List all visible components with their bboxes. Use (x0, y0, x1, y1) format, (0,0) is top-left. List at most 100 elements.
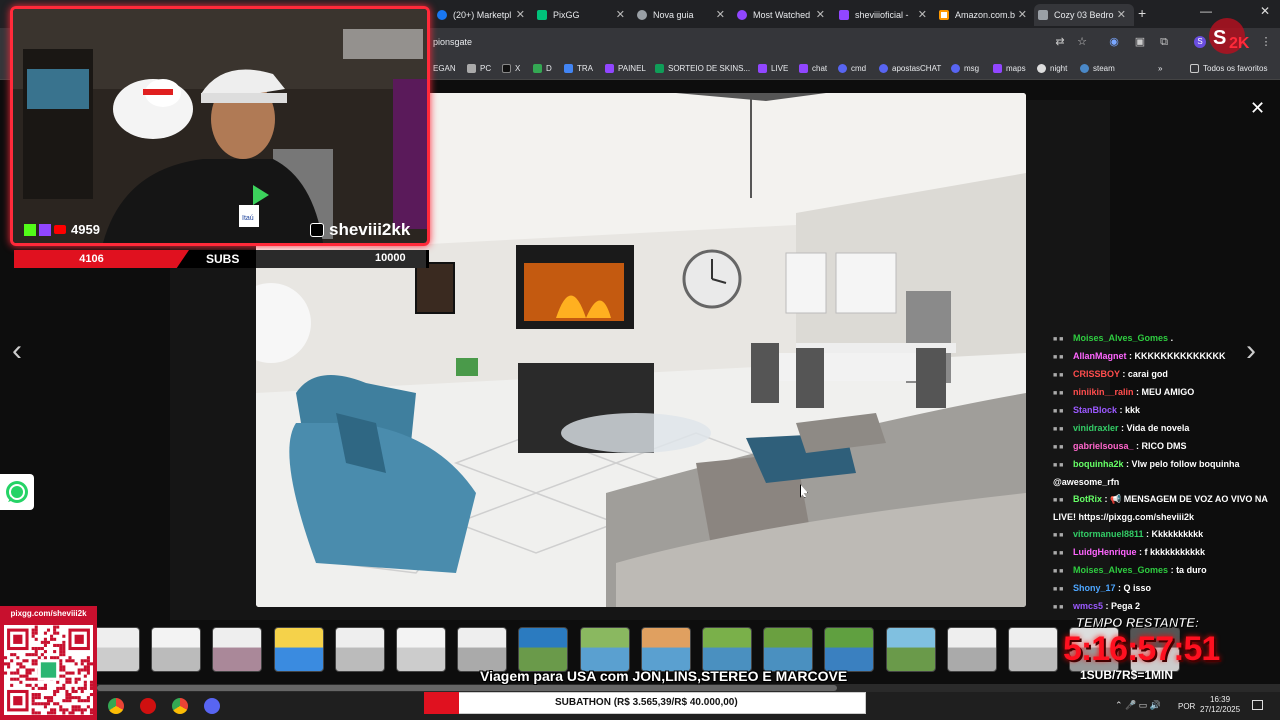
puzzle-icon[interactable]: ⧉ (1158, 36, 1170, 48)
bookmark-label: LIVE (771, 63, 789, 73)
all-favorites-button[interactable]: Todos os favoritos (1190, 61, 1267, 75)
bookmark[interactable]: X (502, 61, 520, 75)
url-field[interactable]: pionsgate (433, 37, 472, 47)
whatsapp-button[interactable] (0, 474, 34, 510)
photo-thumbnail[interactable] (702, 627, 752, 672)
close-icon[interactable]: ✕ (918, 8, 927, 21)
close-icon[interactable]: ✕ (1117, 8, 1126, 21)
chat-username[interactable]: wmcs5 (1073, 601, 1103, 611)
close-icon[interactable]: ✕ (616, 8, 625, 21)
photo-thumbnail[interactable] (151, 627, 202, 672)
input-language[interactable]: POR (1178, 702, 1195, 711)
bookmark-label: D (546, 63, 552, 73)
extension-icon[interactable]: ▣ (1134, 36, 1146, 48)
bookmark[interactable]: LIVE (758, 61, 788, 75)
tab-cozy-bedroom[interactable]: Cozy 03 Bedro ✕ (1034, 4, 1134, 26)
chat-username[interactable]: Shony_17 (1073, 583, 1116, 593)
photo-thumbnail[interactable] (1008, 627, 1058, 672)
discord-icon[interactable] (204, 698, 220, 714)
bookmark[interactable]: apostasCHAT (879, 61, 941, 75)
close-window-icon[interactable]: ✕ (1260, 4, 1270, 18)
photo-thumbnail[interactable] (640, 627, 691, 672)
chat-username[interactable]: StanBlock (1073, 405, 1117, 415)
chat-username[interactable]: CRISSBOY (1073, 369, 1120, 379)
translate-icon (564, 63, 573, 73)
chrome-icon[interactable] (108, 698, 124, 714)
tab-nova-guia[interactable]: Nova guia ✕ (633, 4, 733, 26)
photo-thumbnail[interactable] (334, 627, 385, 672)
lightbox-close-button[interactable]: ✕ (1250, 98, 1265, 119)
chat-text: RICO DMS (1141, 441, 1187, 451)
amazon-icon (939, 10, 949, 20)
menu-kebab-icon[interactable]: ⋮ (1260, 36, 1272, 48)
chat-text: Pega 2 (1111, 601, 1141, 611)
tab-marketplace[interactable]: (20+) Marketpl ✕ (433, 4, 533, 26)
photo-thumbnail[interactable] (824, 627, 875, 672)
tab-sheviii[interactable]: sheviiioficial - ✕ (835, 4, 935, 26)
taskbar-clock[interactable]: 16:39 27/12/2025 (1200, 695, 1240, 715)
photo-thumbnail[interactable] (885, 627, 936, 672)
bookmark[interactable]: maps (993, 61, 1026, 75)
photo-thumbnail[interactable] (212, 627, 263, 672)
screen: (20+) Marketpl ✕ PixGG ✕ Nova guia ✕ Most W… (0, 0, 1280, 720)
subs-label: SUBS (206, 252, 240, 266)
bookmark[interactable]: EGAN (433, 61, 456, 75)
chat-username[interactable]: Moises_Alves_Gomes (1073, 333, 1168, 343)
close-icon[interactable]: ✕ (1018, 8, 1027, 21)
chat-text: Q isso (1123, 583, 1152, 593)
tab-most-watched[interactable]: Most Watched ✕ (733, 4, 833, 26)
chat-username[interactable]: LuidgHenrique (1073, 547, 1137, 557)
photo-thumbnail[interactable] (273, 627, 324, 672)
subathon-progress-fill (424, 692, 459, 714)
bookmark[interactable]: night (1037, 61, 1067, 75)
photo-thumbnail[interactable] (579, 627, 630, 672)
bookmark[interactable]: cmd (838, 61, 866, 75)
chat-username[interactable]: boquinha2k (1073, 459, 1124, 469)
chat-username[interactable]: AllanMagnet (1073, 351, 1127, 361)
notifications-icon[interactable] (1252, 700, 1263, 710)
scrollbar-thumb[interactable] (97, 685, 837, 691)
chrome-icon[interactable] (172, 698, 188, 714)
chat-username[interactable]: vitormanuel8811 (1073, 529, 1144, 539)
star-icon[interactable]: ☆ (1076, 36, 1088, 48)
new-tab-button[interactable]: + (1138, 5, 1146, 21)
bookmark[interactable]: PC (467, 61, 491, 75)
bookmark-label: steam (1093, 63, 1115, 73)
previous-photo-button[interactable]: ‹ (12, 334, 22, 368)
photo-thumbnail[interactable] (518, 627, 569, 672)
drive-icon (533, 63, 542, 73)
close-icon[interactable]: ✕ (816, 8, 825, 21)
photo-thumbnail[interactable] (457, 627, 508, 672)
whatsapp-icon (6, 481, 28, 503)
more-bookmarks-button[interactable]: » (1158, 61, 1162, 75)
tab-pixgg[interactable]: PixGG ✕ (533, 4, 633, 26)
opera-icon[interactable] (140, 698, 156, 714)
bookmark[interactable]: SORTEIO DE SKINS... (655, 61, 750, 75)
close-icon[interactable]: ✕ (516, 8, 525, 21)
photo-thumbnail[interactable] (396, 627, 446, 672)
bookmark[interactable]: chat (799, 61, 827, 75)
photo-thumbnail[interactable] (946, 627, 997, 672)
chat-username[interactable]: Moises_Alves_Gomes (1073, 565, 1168, 575)
bookmark[interactable]: PAINEL (605, 61, 646, 75)
tray-icons[interactable]: ⌃ 🎤 ▭ 🔊 (1115, 700, 1161, 711)
clock-date: 27/12/2025 (1200, 705, 1241, 714)
photo-thumbnail[interactable] (763, 627, 814, 672)
tab-amazon[interactable]: Amazon.com.b ✕ (935, 4, 1035, 26)
chat-username[interactable]: niniikin__ralin (1073, 387, 1134, 397)
handle-text: sheviii2kk (329, 220, 411, 239)
extension-icon[interactable]: ◉ (1108, 36, 1120, 48)
chat-message: ■ ■ niniikin__ralin : MEU AMIGO (1053, 384, 1277, 402)
chat-username[interactable]: gabrielsousa_ (1073, 441, 1134, 451)
chat-username[interactable]: vinidraxler (1073, 423, 1119, 433)
bookmark[interactable]: steam (1080, 61, 1115, 75)
close-icon[interactable]: ✕ (716, 8, 725, 21)
platform-viewers: 4959 (24, 222, 100, 237)
bookmark-label: PC (480, 63, 492, 73)
chat-username[interactable]: BotRix (1073, 494, 1102, 504)
bookmark[interactable]: msg (951, 61, 979, 75)
photo-thumbnail[interactable] (90, 627, 140, 672)
bookmark[interactable]: TRA (564, 61, 593, 75)
bookmark[interactable]: D (533, 61, 552, 75)
translate-icon[interactable]: ⇄ (1054, 36, 1066, 48)
